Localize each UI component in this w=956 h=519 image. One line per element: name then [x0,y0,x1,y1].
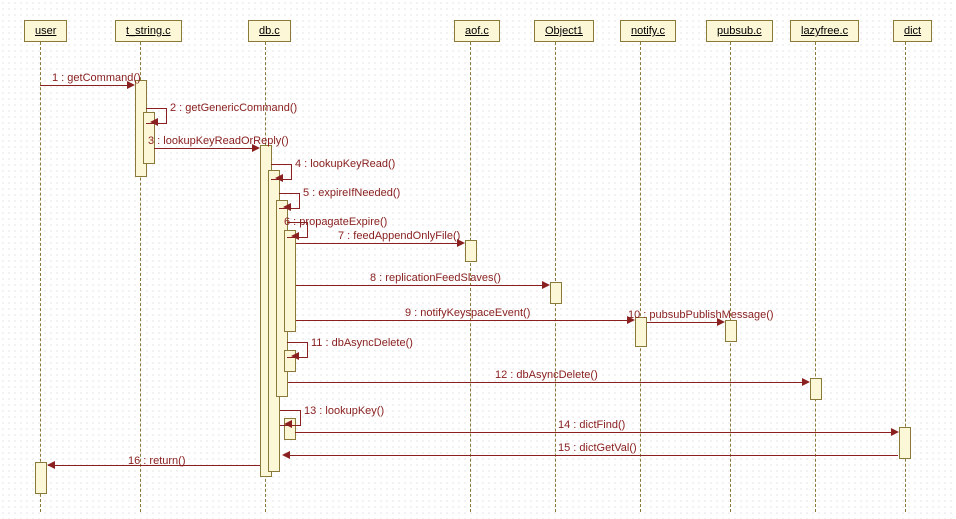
lifeline [815,42,816,512]
arrowhead-icon [802,378,810,386]
activation [35,462,47,494]
arrow [296,243,462,244]
msg-5: 5 : expireIfNeeded() [303,187,400,199]
msg-15: 15 : dictGetVal() [558,442,637,454]
msg-8: 8 : replicationFeedSlaves() [370,272,501,284]
activation [635,317,647,347]
participant-pubsub: pubsub.c [706,20,773,42]
lifeline [730,42,731,512]
arrow [296,320,632,321]
participant-aof: aof.c [454,20,500,42]
participant-db: db.c [248,20,291,42]
arrow [647,322,722,323]
msg-2: 2 : getGenericCommand() [170,102,297,114]
arrow [288,382,807,383]
arrowhead-icon [291,352,299,360]
participant-object1: Object1 [534,20,594,42]
arrowhead-icon [291,232,299,240]
lifeline [40,42,41,512]
msg-14: 14 : dictFind() [558,419,625,431]
participant-tstring: t_string.c [115,20,182,42]
msg-13: 13 : lookupKey() [304,405,384,417]
arrowhead-icon [891,428,899,436]
msg-9: 9 : notifyKeyspaceEvent() [405,307,530,319]
msg-3: 3 : lookupKeyReadOrReply() [148,135,289,147]
msg-4: 4 : lookupKeyRead() [295,158,395,170]
arrowhead-icon [150,118,158,126]
msg-1: 1 : getCommand() [52,72,141,84]
activation [725,320,737,342]
lifeline [640,42,641,512]
arrowhead-icon [47,461,55,469]
activation [550,282,562,304]
arrowhead-icon [283,203,291,211]
participant-user: user [24,20,67,42]
arrow [290,455,898,456]
participant-lazyfree: lazyfree.c [790,20,859,42]
lifeline [555,42,556,512]
msg-12: 12 : dbAsyncDelete() [495,369,598,381]
activation [899,427,911,459]
arrow [296,285,547,286]
activation [284,230,296,332]
participant-notify: notify.c [620,20,676,42]
msg-6: 6 : propagateExpire() [284,216,387,228]
msg-7: 7 : feedAppendOnlyFile() [338,230,460,242]
activation [465,240,477,262]
msg-11: 11 : dbAsyncDelete() [311,337,413,349]
arrowhead-icon [282,451,290,459]
arrow [154,148,257,149]
arrowhead-icon [275,174,283,182]
arrow [295,432,896,433]
arrow [40,85,132,86]
arrowhead-icon [542,281,550,289]
msg-10: 10 : pubsubPublishMessage() [628,309,774,321]
participant-dict: dict [893,20,932,42]
arrowhead-icon [284,420,292,428]
activation [810,378,822,400]
msg-16: 16 : return() [128,455,185,467]
